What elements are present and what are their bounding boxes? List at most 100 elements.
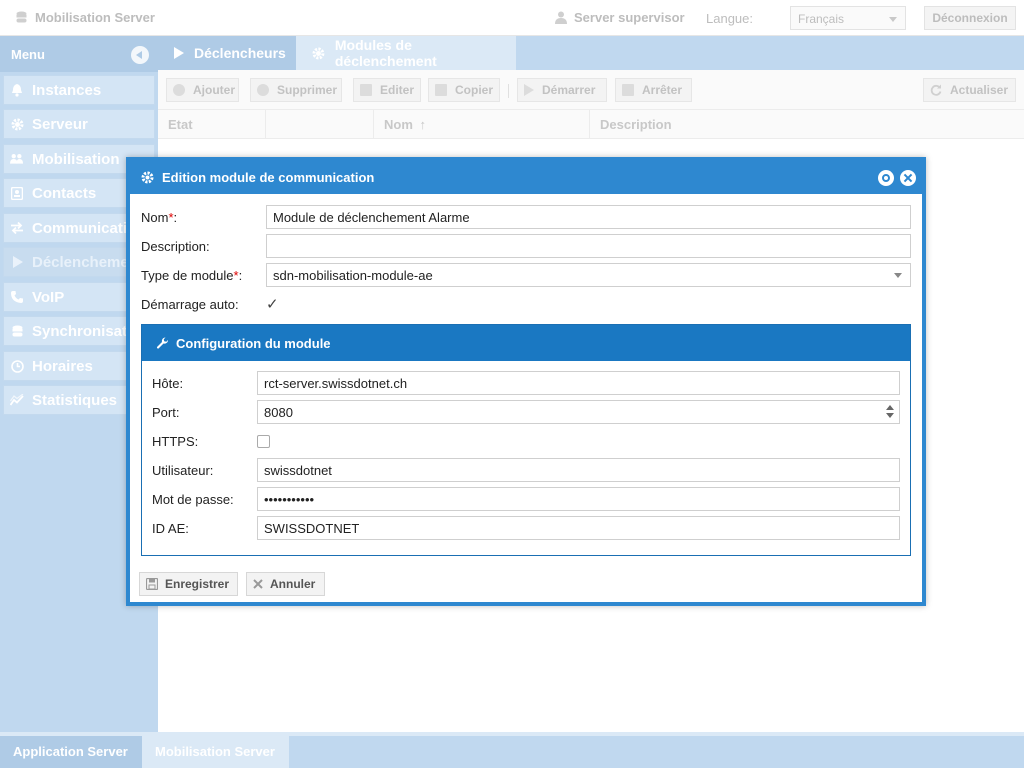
- bottom-tab-mobilisation-server[interactable]: Mobilisation Server: [142, 736, 289, 768]
- port-row: Port: 8080: [152, 400, 900, 424]
- stop-button[interactable]: Arrêter: [615, 78, 692, 102]
- edit-button-label: Editer: [380, 83, 415, 97]
- bottom-tab-bar: Application Server Mobilisation Server: [0, 732, 1024, 768]
- name-label-text: Nom: [141, 209, 169, 225]
- column-header-blank[interactable]: [266, 110, 374, 139]
- autostart-checkbox[interactable]: ✓: [266, 297, 279, 312]
- copy-icon: [435, 84, 447, 96]
- name-label: Nom*:: [141, 209, 178, 225]
- tab-label: Modules de déclenchement: [334, 37, 437, 69]
- menu-item-label: VoIP: [32, 288, 65, 306]
- https-checkbox[interactable]: [257, 434, 270, 448]
- module-type-select[interactable]: sdn-mobilisation-module-ae: [266, 263, 911, 287]
- floppy-disk-icon: [146, 578, 158, 590]
- menu-item-instances[interactable]: Instances: [3, 75, 155, 105]
- current-user-text: Server supervisor: [574, 10, 685, 25]
- cancel-button-label: Annuler: [270, 577, 316, 591]
- save-button[interactable]: Enregistrer: [139, 572, 238, 596]
- bottom-tab-application-server[interactable]: Application Server: [0, 736, 142, 768]
- autostart-row: Démarrage auto: ✓: [141, 292, 279, 316]
- user-field[interactable]: swissdotnet: [257, 458, 900, 482]
- password-label: Mot de passe:: [152, 491, 234, 507]
- main-tab-bar: Déclencheurs Modules de déclenchement: [158, 36, 1024, 70]
- copy-button-label: Copier: [455, 83, 494, 97]
- module-type-value: sdn-mobilisation-module-ae: [273, 268, 433, 283]
- minus-circle-icon: [257, 84, 269, 96]
- host-label: Hôte:: [152, 375, 184, 391]
- https-row: HTTPS:: [152, 429, 270, 453]
- language-select[interactable]: Français: [790, 6, 906, 30]
- https-label: HTTPS:: [152, 433, 199, 449]
- dialog-body: Nom*: Module de déclenchement Alarme Des…: [130, 194, 922, 602]
- host-field[interactable]: rct-server.swissdotnet.ch: [257, 371, 900, 395]
- menu-item-label: Mobilisation: [32, 150, 120, 168]
- menu-header: Menu: [0, 36, 158, 72]
- module-config-title: Configuration du module: [176, 335, 331, 351]
- add-button-label: Ajouter: [193, 83, 235, 97]
- chart-icon: [10, 393, 24, 407]
- add-button[interactable]: Ajouter: [166, 78, 239, 102]
- play-icon: [10, 255, 24, 269]
- collapse-menu-icon[interactable]: [131, 46, 149, 64]
- port-value: 8080: [264, 405, 293, 420]
- toolbar: Ajouter Supprimer Editer Copier Démarrer…: [158, 70, 1024, 110]
- gear-icon: [141, 171, 154, 184]
- module-type-row: Type de module*: sdn-mobilisation-module…: [141, 263, 911, 287]
- dialog-title-bar[interactable]: Edition module de communication: [130, 161, 922, 194]
- description-label: Description:: [141, 238, 210, 254]
- password-field[interactable]: •••••••••••: [257, 487, 900, 511]
- delete-button[interactable]: Supprimer: [250, 78, 342, 102]
- logout-button[interactable]: Déconnexion: [924, 6, 1016, 30]
- required-marker: *: [233, 267, 239, 283]
- start-button-label: Démarrer: [542, 83, 596, 97]
- save-button-label: Enregistrer: [165, 577, 230, 591]
- tab-declencheurs[interactable]: Déclencheurs: [158, 36, 296, 70]
- password-row: Mot de passe: •••••••••••: [152, 487, 900, 511]
- ae-id-row: ID AE: SWISSDOTNET: [152, 516, 900, 540]
- database-icon: [16, 11, 27, 23]
- user-row: Utilisateur: swissdotnet: [152, 458, 900, 482]
- tab-modules-de-declenchement[interactable]: Modules de déclenchement: [296, 36, 516, 70]
- refresh-button[interactable]: Actualiser: [923, 78, 1016, 102]
- description-row: Description:: [141, 234, 911, 258]
- clock-icon: [10, 359, 24, 373]
- start-button[interactable]: Démarrer: [517, 78, 607, 102]
- user-icon: [555, 11, 567, 24]
- ae-id-field[interactable]: SWISSDOTNET: [257, 516, 900, 540]
- chevron-down-icon: [894, 273, 902, 278]
- column-header-description[interactable]: Description: [590, 110, 1024, 139]
- port-stepper[interactable]: 8080: [257, 400, 900, 424]
- delete-button-label: Supprimer: [277, 83, 338, 97]
- current-user[interactable]: Server supervisor: [555, 10, 685, 25]
- menu-item-label: Contacts: [32, 184, 97, 202]
- cancel-button[interactable]: Annuler: [246, 572, 325, 596]
- menu-item-label: Instances: [32, 81, 102, 99]
- edit-button[interactable]: Editer: [353, 78, 421, 102]
- close-icon[interactable]: [900, 170, 916, 186]
- edit-module-dialog: Edition module de communication Nom*: Mo…: [126, 157, 926, 606]
- spinner-arrows-icon[interactable]: [885, 404, 895, 420]
- description-field[interactable]: [266, 234, 911, 258]
- contact-card-icon: [10, 186, 24, 200]
- user-label: Utilisateur:: [152, 462, 214, 478]
- name-field[interactable]: Module de déclenchement Alarme: [266, 205, 911, 229]
- language-label: Langue:: [706, 11, 753, 26]
- bell-icon: [10, 83, 24, 97]
- language-value: Français: [798, 12, 845, 26]
- column-header-nom[interactable]: Nom ↑: [374, 110, 590, 139]
- users-icon: [10, 152, 24, 166]
- phone-icon: [10, 290, 24, 304]
- ae-id-label: ID AE:: [152, 520, 189, 536]
- stop-button-label: Arrêter: [642, 83, 683, 97]
- copy-button[interactable]: Copier: [428, 78, 500, 102]
- menu-item-serveur[interactable]: Serveur: [3, 109, 155, 139]
- database-icon: [10, 324, 24, 338]
- tab-label: Déclencheurs: [194, 45, 286, 61]
- port-label: Port:: [152, 404, 180, 420]
- app-title: Mobilisation Server: [16, 10, 155, 25]
- column-header-etat[interactable]: Etat: [158, 110, 266, 139]
- menu-item-label: Serveur: [32, 115, 88, 133]
- wrench-icon: [156, 336, 169, 349]
- menu-item-label: Statistiques: [32, 391, 118, 409]
- maximize-icon[interactable]: [878, 170, 894, 186]
